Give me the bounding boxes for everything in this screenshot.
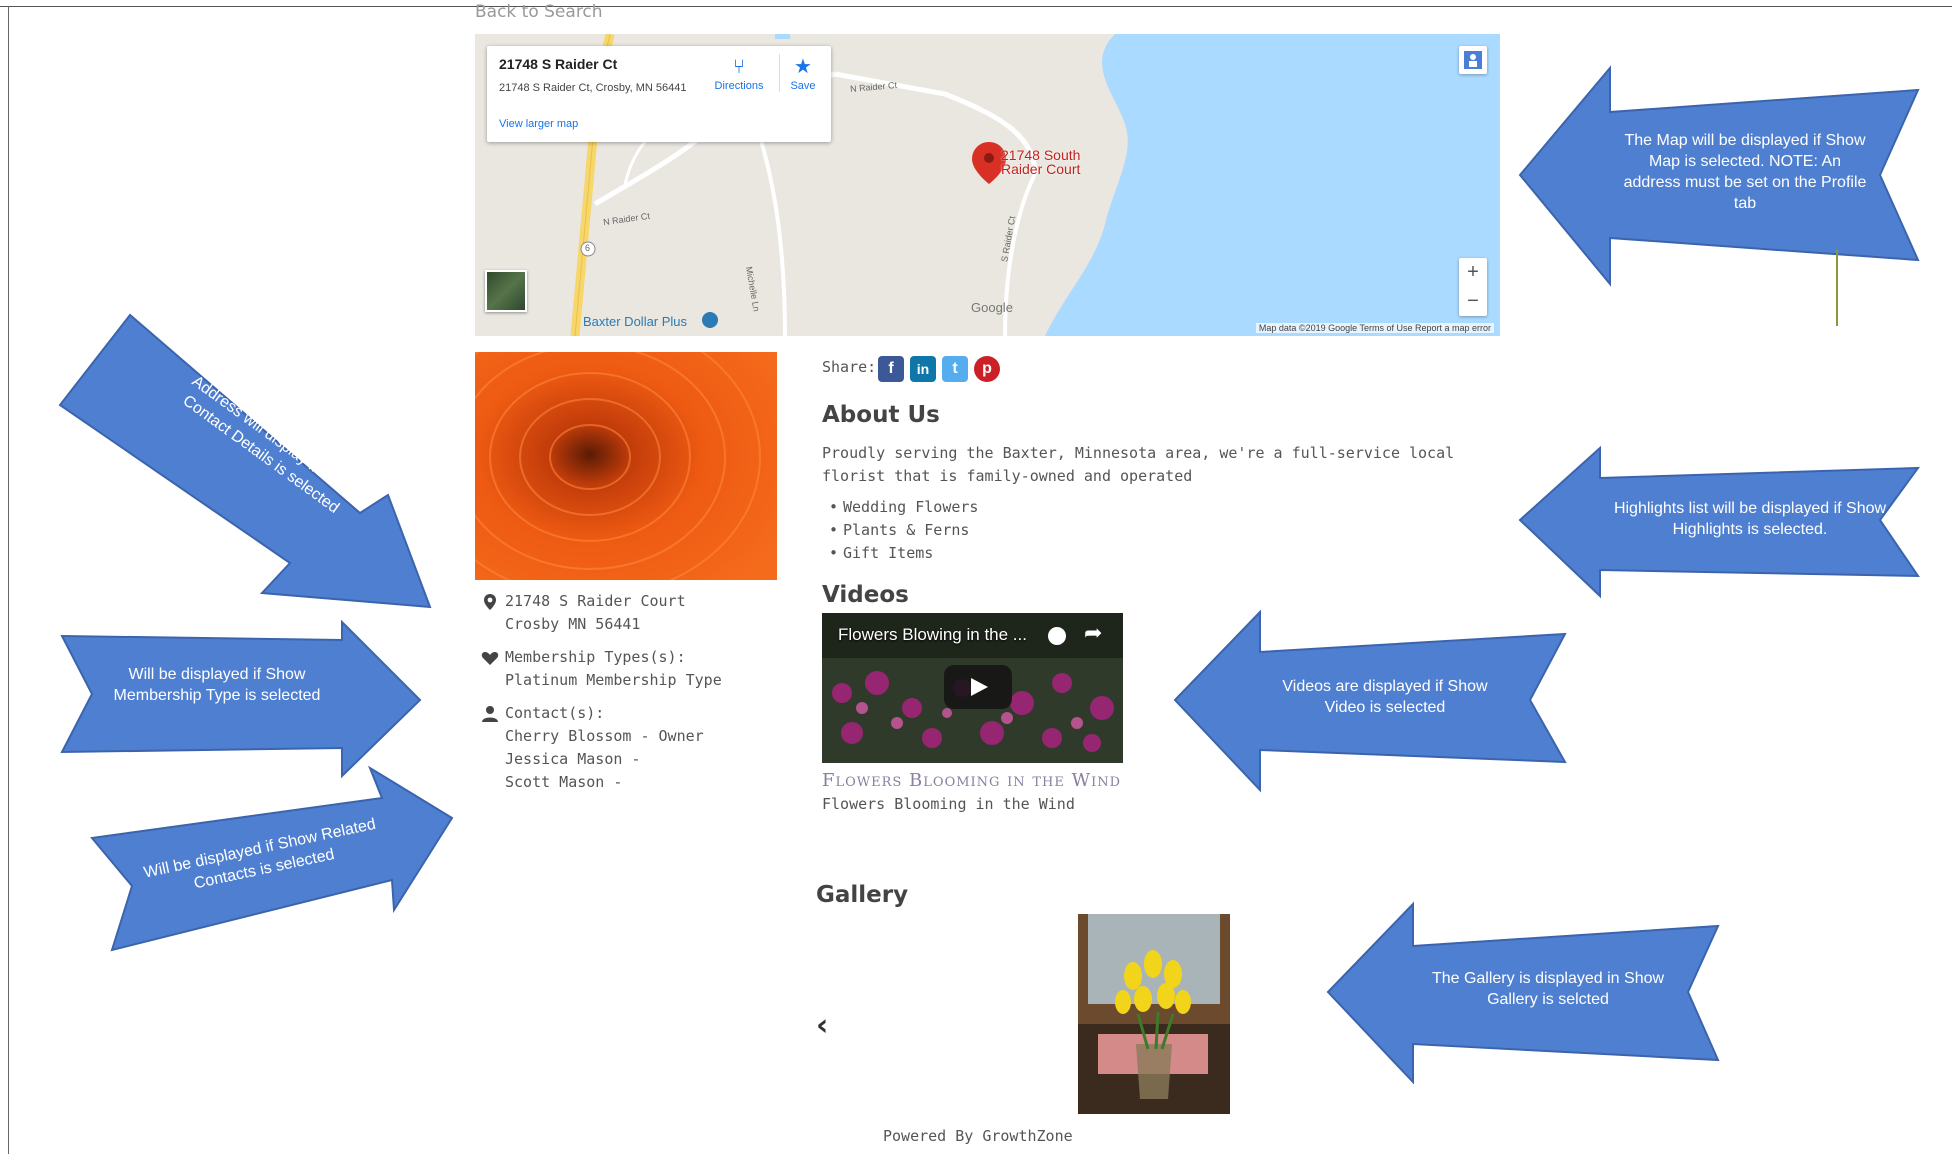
pegman-icon bbox=[1464, 51, 1482, 69]
zoom-control: + − bbox=[1459, 258, 1487, 316]
video-caption: Flowers Blooming in the Wind bbox=[822, 795, 1075, 813]
callout-gallery-text: The Gallery is displayed in Show Gallery… bbox=[1431, 970, 1665, 1008]
watch-later-icon[interactable] bbox=[1048, 627, 1066, 645]
contact-item: Jessica Mason - bbox=[505, 750, 641, 768]
linkedin-icon[interactable]: in bbox=[910, 356, 936, 382]
gallery-image[interactable] bbox=[1078, 914, 1230, 1114]
video-title-overlay: Flowers Blowing in the ... bbox=[838, 625, 1027, 644]
callout-videos-text: Videos are displayed if Show Video is se… bbox=[1282, 678, 1488, 716]
gallery-prev-button[interactable]: ‹ bbox=[816, 1008, 828, 1043]
contact-item: Scott Mason - bbox=[505, 773, 623, 791]
contact-item: Cherry Blossom - Owner bbox=[505, 727, 704, 745]
map-card-address: 21748 S Raider Ct, Crosby, MN 56441 bbox=[499, 82, 687, 94]
pin-label-line1: 21748 South bbox=[1001, 147, 1081, 163]
directions-label: Directions bbox=[714, 80, 764, 92]
highlight-item: Plants & Ferns bbox=[829, 521, 969, 539]
address-line2: Crosby MN 56441 bbox=[505, 615, 641, 633]
pin-label-line2: Raider Court bbox=[1001, 161, 1081, 177]
powered-by-footer: Powered By GrowthZone bbox=[883, 1127, 1073, 1145]
videos-heading: Videos bbox=[822, 582, 909, 608]
about-heading: About Us bbox=[822, 402, 940, 428]
green-line bbox=[1836, 250, 1838, 326]
window-left-border bbox=[8, 6, 9, 1154]
video-caption-title[interactable]: Flowers Blooming in the Wind bbox=[822, 770, 1121, 791]
address-line1: 21748 S Raider Court bbox=[505, 592, 686, 610]
directions-button[interactable]: ⑂ Directions bbox=[709, 54, 769, 92]
video-player[interactable]: Flowers Blowing in the ... ➦ bbox=[822, 613, 1123, 763]
callout-highlights-text: Highlights list will be displayed if Sho… bbox=[1613, 500, 1887, 538]
map-poi-label[interactable]: Baxter Dollar Plus bbox=[583, 314, 687, 329]
pinterest-icon[interactable]: p bbox=[974, 356, 1000, 382]
directions-icon: ⑂ bbox=[733, 56, 745, 78]
highlight-item: Wedding Flowers bbox=[829, 498, 979, 516]
map[interactable]: N Raider Ct N Raider Ct S Raider Ct Mich… bbox=[475, 34, 1500, 336]
callout-map-text: The Map will be displayed if Show Map is… bbox=[1623, 132, 1867, 212]
profile-image bbox=[475, 352, 777, 580]
pegman-button[interactable] bbox=[1459, 46, 1487, 74]
gallery-heading: Gallery bbox=[816, 882, 909, 908]
facebook-icon[interactable]: f bbox=[878, 356, 904, 382]
zoom-in-button[interactable]: + bbox=[1459, 258, 1487, 287]
share-label: Share: bbox=[822, 358, 877, 376]
map-marker-icon bbox=[484, 594, 496, 610]
map-pin-label: 21748 South Raider Court bbox=[1001, 148, 1080, 176]
share-arrow-icon[interactable]: ➦ bbox=[1084, 621, 1102, 646]
contacts-label: Contact(s): bbox=[505, 704, 605, 722]
zoom-out-button[interactable]: − bbox=[1459, 287, 1487, 316]
callout-membership-text: Will be displayed if Show Membership Typ… bbox=[113, 666, 321, 704]
google-logo: Google bbox=[971, 300, 1013, 315]
window-top-border bbox=[0, 0, 1952, 7]
membership-label: Membership Types(s): bbox=[505, 648, 686, 666]
highway-shield: 6 bbox=[585, 243, 591, 253]
membership-value: Platinum Membership Type bbox=[505, 671, 722, 689]
map-attribution[interactable]: Map data ©2019 Google Terms of Use Repor… bbox=[1255, 323, 1494, 333]
view-larger-map-link[interactable]: View larger map bbox=[499, 118, 578, 130]
map-place-card: 21748 S Raider Ct 21748 S Raider Ct, Cro… bbox=[487, 46, 831, 142]
back-to-search-link[interactable]: Back to Search bbox=[475, 2, 603, 22]
highlight-item: Gift Items bbox=[829, 544, 933, 562]
star-icon: ★ bbox=[794, 56, 812, 78]
map-card-title: 21748 S Raider Ct bbox=[499, 56, 618, 72]
satellite-toggle[interactable] bbox=[485, 270, 527, 312]
about-text: Proudly serving the Baxter, Minnesota ar… bbox=[822, 444, 1455, 485]
save-button[interactable]: ★ Save bbox=[779, 54, 826, 92]
save-label: Save bbox=[790, 80, 816, 92]
heart-icon bbox=[481, 651, 499, 665]
user-icon bbox=[482, 706, 498, 722]
twitter-icon[interactable]: t bbox=[942, 356, 968, 382]
play-button[interactable] bbox=[944, 665, 1012, 709]
